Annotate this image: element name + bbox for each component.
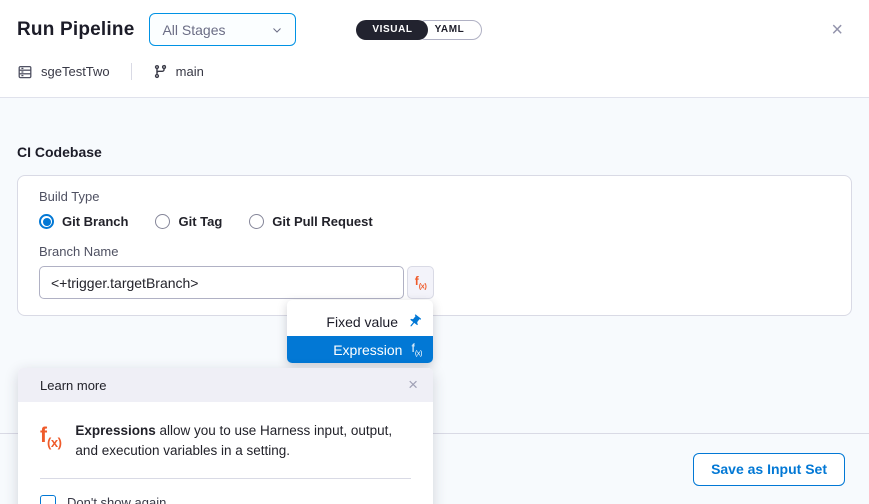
radio-git-branch-control[interactable] [39,214,54,229]
fx-icon-large: f(x) [40,424,61,462]
close-icon[interactable]: × [829,23,845,37]
popover-header: Learn more × [18,368,433,402]
radio-git-pull-request-control[interactable] [249,214,264,229]
build-type-label: Build Type [39,189,830,204]
popover-title: Learn more [40,378,106,393]
expression-fx-button[interactable]: f(x) [407,266,434,299]
stages-select[interactable]: All Stages [149,13,296,46]
menu-item-fixed-value-label: Fixed value [326,314,398,330]
divider [131,63,132,80]
radio-git-branch[interactable]: Git Branch [39,214,128,229]
modal-content: CI Codebase Build Type Git Branch Git Ta… [0,98,869,316]
run-pipeline-modal: Run Pipeline All Stages YAML VISUAL × sg… [0,0,869,504]
dont-show-again-label: Don't show again [67,495,166,504]
learn-more-popover: Learn more × f(x) Expressions allow you … [18,368,433,504]
repo-name: sgeTestTwo [41,64,110,79]
radio-git-tag[interactable]: Git Tag [155,214,222,229]
dont-show-again-option[interactable]: Don't show again [40,495,411,504]
radio-git-pull-request[interactable]: Git Pull Request [249,214,372,229]
branch-name-input[interactable] [39,266,404,299]
section-title-ci-codebase: CI Codebase [17,144,852,160]
page-title: Run Pipeline [17,19,134,41]
ci-codebase-card: Build Type Git Branch Git Tag Git Pull R… [17,175,852,316]
tab-visual[interactable]: VISUAL [356,20,428,40]
fx-icon: f(x) [411,341,422,357]
divider [40,478,411,479]
build-type-radio-group: Git Branch Git Tag Git Pull Request [39,214,830,229]
value-type-menu: Fixed value Expression f(x) [287,300,433,363]
radio-git-tag-control[interactable] [155,214,170,229]
branch-name-label: Branch Name [39,244,830,259]
radio-git-tag-label: Git Tag [178,214,222,229]
dont-show-again-checkbox[interactable] [40,495,56,504]
git-branch-icon [153,64,168,79]
modal-header: Run Pipeline All Stages YAML VISUAL × sg… [0,0,869,98]
menu-item-expression[interactable]: Expression f(x) [287,336,433,363]
branch-name: main [176,64,204,79]
stages-select-value: All Stages [162,22,225,38]
popover-close-icon[interactable]: × [408,379,418,391]
popover-description: Expressions allow you to use Harness inp… [75,421,409,462]
pin-icon [404,311,425,332]
chevron-down-icon [271,24,283,36]
repository-icon [17,64,33,80]
menu-item-fixed-value[interactable]: Fixed value [287,307,433,336]
radio-git-pull-request-label: Git Pull Request [272,214,372,229]
visual-yaml-toggle: YAML VISUAL [356,20,482,40]
save-as-input-set-button[interactable]: Save as Input Set [693,453,845,486]
radio-git-branch-label: Git Branch [62,214,128,229]
menu-item-expression-label: Expression [333,342,402,358]
